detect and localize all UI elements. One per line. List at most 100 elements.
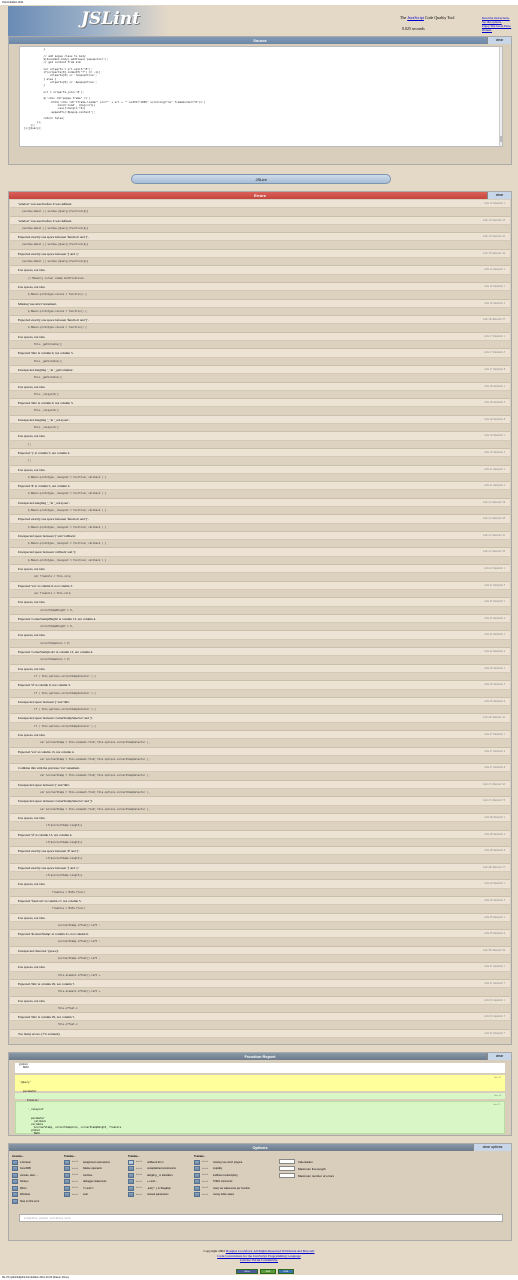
source-clear-button[interactable]: clear	[487, 37, 511, 44]
error-message: Use spaces, not tabs. Line 22 character 1	[10, 565, 510, 574]
error-message: 'window' was used before it was defined.…	[10, 216, 510, 225]
error-location: Line 27 character 8	[484, 766, 505, 770]
error-location: Line 27 character 4	[484, 749, 505, 753]
source-scrollbar[interactable]	[499, 47, 503, 146]
error-location: Line 32 character 1	[484, 998, 505, 1002]
relayout-function-block: '_reLayout' parameter callback variable …	[15, 1101, 505, 1135]
error-code-line: if($cornerStamp.length){	[10, 838, 510, 848]
options-column: Tolerate... default unfiltered for in defau…	[128, 1155, 188, 1198]
error-message: Use spaces, not tabs. Line 28 character 1	[10, 813, 510, 823]
indentation-input[interactable]	[279, 1159, 295, 1164]
checkbox-icon[interactable]	[12, 1172, 18, 1178]
error-code-line: cornerStampHeight = 0,	[10, 606, 510, 615]
error-message: Expected 'this' at column 29, not column…	[10, 979, 510, 989]
jslint-badge[interactable]: JSLint	[236, 1269, 258, 1274]
option-item[interactable]: default messy white space	[194, 1192, 254, 1199]
code-conventions-link[interactable]: Code Conventions for the JavaScript Prog…	[217, 1254, 301, 1258]
error-code-line: $.Mason.prototype.resize = function() {	[10, 291, 510, 300]
html-badge[interactable]: HTML	[278, 1269, 294, 1274]
checkbox-icon[interactable]	[12, 1192, 18, 1198]
timing: 0.025 seconds	[402, 26, 425, 31]
checkbox-icon[interactable]	[64, 1159, 70, 1165]
checkbox-icon[interactable]	[194, 1185, 200, 1191]
max-errors-input[interactable]	[279, 1173, 295, 1178]
checkbox-icon[interactable]	[128, 1185, 134, 1191]
error-message: Unexpected dangling '_' in '_reLayout'. L…	[10, 415, 510, 425]
checkbox-icon[interactable]	[128, 1179, 134, 1185]
error-code-line: freeCols = Math.floor(	[10, 888, 510, 897]
javascript-link[interactable]: JavaScript	[407, 15, 424, 20]
checkbox-icon[interactable]	[128, 1192, 134, 1198]
error-location: Line 16 character 2	[484, 301, 505, 305]
function-report-clear-button[interactable]: clear	[487, 1053, 511, 1060]
jslint-button[interactable]: JSLint	[131, 174, 391, 184]
error-message: Unexpected space between '(' and 'this'.…	[10, 697, 510, 707]
checkbox-icon[interactable]	[194, 1159, 200, 1165]
error-message: Unexpected space between '(' and 'this'.…	[10, 780, 510, 790]
predefine-input[interactable]: predefine global variables here	[19, 1214, 503, 1222]
checkbox-icon[interactable]	[64, 1166, 70, 1172]
donate-link[interactable]: Donate.	[482, 28, 511, 32]
error-code-line: var $cornerStamp = this.element.find( th…	[10, 772, 510, 781]
source-textarea[interactable]: } // add popup class to body $(document.…	[19, 46, 503, 147]
error-message: Expected '}' at column 5, not column 2. L…	[10, 448, 510, 458]
checkbox-icon[interactable]	[12, 1159, 18, 1165]
checkbox-icon[interactable]	[64, 1172, 70, 1178]
checkbox-icon[interactable]	[64, 1192, 70, 1198]
checkbox-icon[interactable]	[128, 1172, 134, 1178]
error-code-line: this.offset.x	[10, 1021, 510, 1030]
error-code-line: (window.Gmail || window.jQuery)(function…	[10, 241, 510, 250]
clear-options-button[interactable]: clear options	[473, 1144, 511, 1151]
checkbox-icon[interactable]	[64, 1185, 70, 1191]
error-code-line: this.offset.x	[10, 1004, 510, 1014]
error-location: Line 30 character 1	[484, 915, 505, 919]
stop-first-error-option[interactable]: Stop on first error	[12, 1198, 72, 1205]
checkbox-icon[interactable]	[12, 1198, 18, 1204]
error-message: Missing 'use strict' statement. Line 16 c…	[10, 299, 510, 308]
checkbox-icon[interactable]	[194, 1179, 200, 1185]
checkbox-icon[interactable]	[12, 1185, 18, 1191]
error-code-line: var freeCols = this.cols;	[10, 589, 510, 599]
error-code-line: if ( this.options.cornerStampSelector ) …	[10, 689, 510, 698]
options-column: Assume... a browser CouchDB console, alert,…	[12, 1155, 72, 1198]
option-item[interactable]: default eval	[64, 1192, 124, 1199]
error-code-line: var $cornerStamp = this.element.find( th…	[10, 789, 510, 798]
error-code-line: };	[10, 457, 510, 466]
option-item[interactable]: default unused parameters	[128, 1192, 188, 1199]
error-location: Line 17 character 3	[484, 351, 505, 355]
error-message: Use spaces, not tabs. Line 19 character 1	[10, 432, 510, 441]
source-title: Source	[253, 38, 267, 43]
error-code-line: $.Mason.prototype._reLayout = function( …	[10, 523, 510, 532]
max-line-length-input[interactable]	[279, 1166, 295, 1171]
error-code-line: $.Mason.prototype._reLayout = function( …	[10, 556, 510, 566]
checkbox-icon[interactable]	[194, 1192, 200, 1198]
error-location: Line 28 character 4	[484, 832, 505, 836]
community-link[interactable]: Join the JSLint Community.	[240, 1258, 278, 1262]
checkbox-icon[interactable]	[64, 1179, 70, 1185]
checkbox-icon[interactable]	[12, 1166, 18, 1172]
error-code-line: cornerStampCols = 0;	[10, 656, 510, 665]
error-code-line: this._reLayout();	[10, 407, 510, 416]
function-report-panel: Function Report clear global Math 'jQuery…	[8, 1052, 512, 1136]
checkbox-icon[interactable]	[128, 1166, 134, 1172]
checkbox-icon[interactable]	[12, 1179, 18, 1185]
error-message: Unexpected space between 'cornerStampSel…	[10, 714, 510, 723]
error-location: Line 16 character 37	[483, 318, 505, 322]
error-location: Line 18 character 8	[484, 417, 505, 421]
checkbox-icon[interactable]	[194, 1166, 200, 1172]
error-message: Unexpected space between 'cornerStampSel…	[10, 797, 510, 806]
error-message: Expected 'cornerStampCols' at column 13,…	[10, 648, 510, 657]
error-location: Line 21 character 40	[483, 517, 505, 521]
error-location: Line 26 character 1	[484, 666, 505, 670]
error-message: Use spaces, not tabs. Line 26 character 1	[10, 664, 510, 673]
copyright-link[interactable]: Douglas Crockford. All Rights Reserved W…	[226, 1249, 315, 1253]
checkbox-icon[interactable]	[194, 1172, 200, 1178]
error-code-line: var $cornerStamp = this.element.find( th…	[10, 755, 510, 765]
error-location: Line 30 character 6	[484, 932, 505, 936]
checkbox-icon[interactable]	[128, 1159, 134, 1165]
error-code-line: this._reLayout();	[10, 424, 510, 433]
badges: JSLint WEB HTML	[236, 1269, 294, 1274]
web-badge[interactable]: WEB	[260, 1269, 276, 1274]
error-message: Use spaces, not tabs. Line 30 character 1	[10, 913, 510, 922]
errors-clear-button[interactable]: clear	[487, 192, 511, 199]
